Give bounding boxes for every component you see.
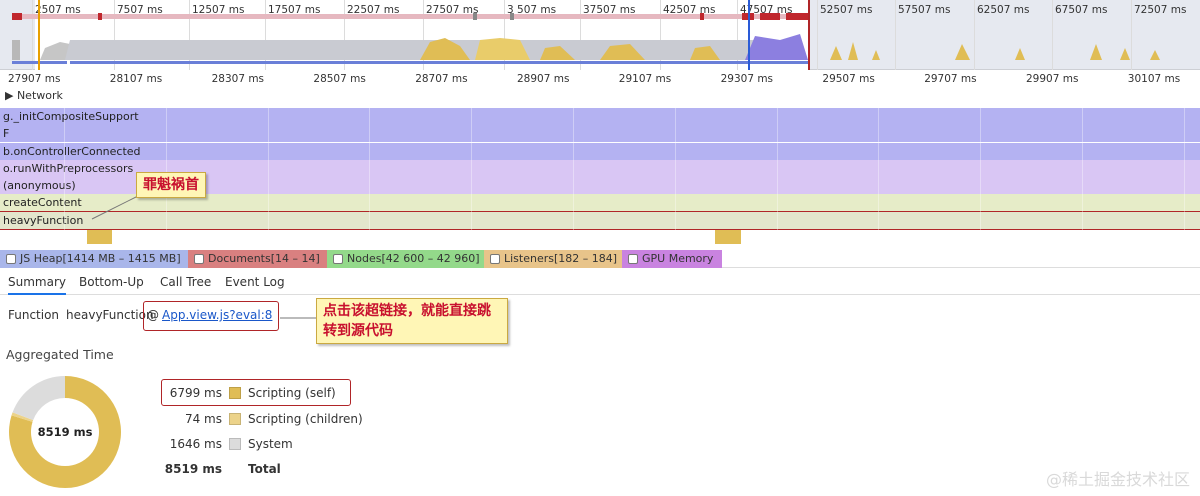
legend-row: 74 ms Scripting (children) <box>160 409 363 429</box>
legend-row: 6799 ms Scripting (self) <box>160 383 360 403</box>
counter-checkbox[interactable] <box>490 254 500 264</box>
tab-bottom-up[interactable]: Bottom-Up <box>79 275 144 289</box>
legend-value: 8519 ms <box>164 462 222 476</box>
legend-label: Total <box>248 462 281 476</box>
counter-label: Listeners[182 – 184] <box>504 252 618 265</box>
counter-toggle[interactable]: GPU Memory <box>622 250 722 268</box>
counter-checkbox[interactable] <box>333 254 343 264</box>
aggregated-time-title: Aggregated Time <box>6 347 114 362</box>
counter-label: JS Heap[1414 MB – 1415 MB] <box>20 252 181 265</box>
legend-swatch <box>229 387 241 399</box>
details-tabs: Summary Bottom-Up Call Tree Event Log <box>0 269 1200 295</box>
legend-label: Scripting (self) <box>248 386 336 400</box>
source-link[interactable]: App.view.js?eval:8 <box>162 308 272 322</box>
counter-checkbox[interactable] <box>6 254 16 264</box>
watermark: @稀土掘金技术社区 <box>1045 470 1190 489</box>
legend-value: 6799 ms <box>169 386 222 400</box>
callout-culprit: 罪魁祸首 <box>136 172 206 198</box>
legend-value: 1646 ms <box>169 437 222 451</box>
counter-label: Nodes[42 600 – 42 960] <box>347 252 480 265</box>
legend-swatch <box>229 413 241 425</box>
function-name: heavyFunction <box>66 308 154 322</box>
tab-call-tree[interactable]: Call Tree <box>160 275 211 289</box>
tab-summary[interactable]: Summary <box>8 275 66 295</box>
at-sign: @ <box>147 308 159 322</box>
legend-swatch <box>229 438 241 450</box>
counter-checkbox[interactable] <box>194 254 204 264</box>
legend-row: 1646 ms System <box>160 434 360 454</box>
counter-toggle[interactable]: Documents[14 – 14] <box>188 250 327 268</box>
legend-label: Scripting (children) <box>248 412 363 426</box>
legend-row: 8519 ms Total <box>160 459 360 479</box>
counter-toggle[interactable]: Listeners[182 – 184] <box>484 250 622 268</box>
aggregated-time-donut: 8519 ms <box>9 376 122 488</box>
tab-event-log[interactable]: Event Log <box>225 275 285 289</box>
summary-function-row: Function heavyFunction @ App.view.js?eva… <box>0 300 1200 331</box>
counter-toggle[interactable]: Nodes[42 600 – 42 960] <box>327 250 484 268</box>
donut-center-total: 8519 ms <box>38 425 93 439</box>
legend-label: System <box>248 437 293 451</box>
legend-value: 74 ms <box>184 412 222 426</box>
counter-checkbox[interactable] <box>628 254 638 264</box>
function-label: Function <box>8 308 60 322</box>
counter-toggle[interactable]: JS Heap[1414 MB – 1415 MB] <box>0 250 188 268</box>
counter-label: Documents[14 – 14] <box>208 252 320 265</box>
donut-segment <box>12 376 65 421</box>
counter-label: GPU Memory <box>642 252 714 265</box>
memory-counters-bar: JS Heap[1414 MB – 1415 MB] Documents[14 –… <box>0 250 1200 268</box>
